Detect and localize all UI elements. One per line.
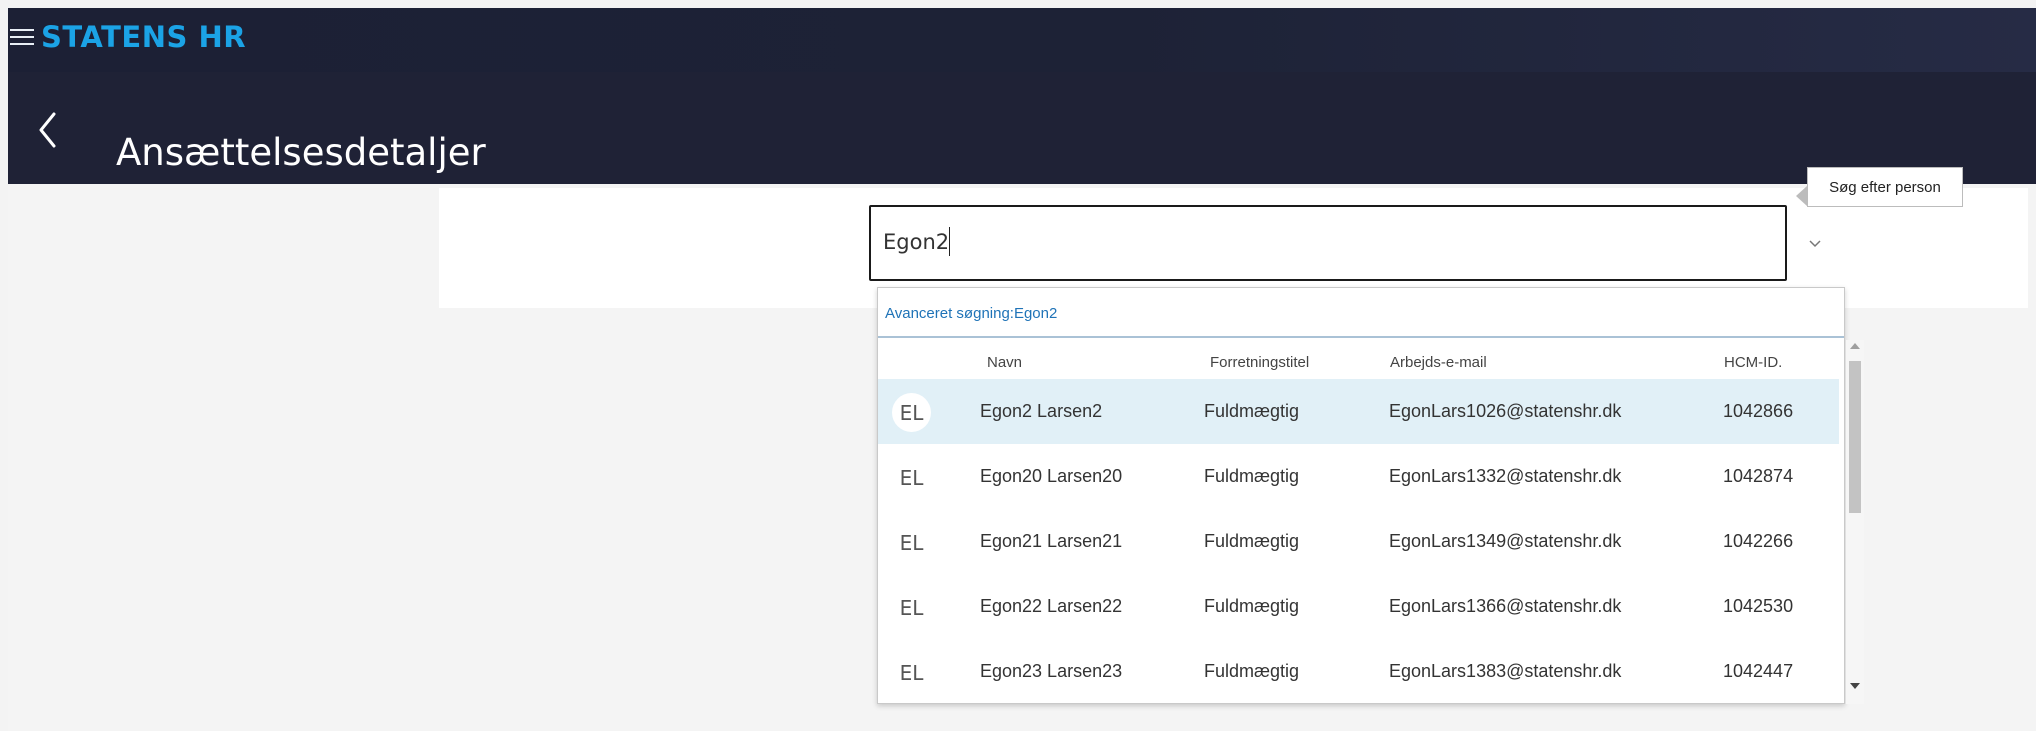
page-title: Ansættelsesdetaljer bbox=[116, 130, 486, 174]
business-title: Fuldmægtig bbox=[1204, 596, 1300, 616]
hcm-id: 1042874 bbox=[1723, 466, 1794, 486]
search-dropdown-button[interactable] bbox=[1789, 207, 1841, 281]
avatar: EL bbox=[892, 393, 931, 432]
advanced-search-link[interactable]: Avanceret søgning:Egon2 bbox=[885, 305, 1057, 322]
tooltip-pointer bbox=[1796, 186, 1807, 206]
hcm-id: 1042530 bbox=[1723, 596, 1794, 616]
search-input-value: Egon2 bbox=[883, 230, 950, 254]
business-title: Fuldmægtig bbox=[1204, 401, 1300, 421]
hcm-id: 1042447 bbox=[1723, 661, 1794, 681]
scroll-up-arrow-icon[interactable] bbox=[1850, 343, 1860, 349]
hcm-id: 1042266 bbox=[1723, 531, 1794, 551]
page-header: Ansættelsesdetaljer bbox=[8, 72, 2036, 184]
work-email: EgonLars1026@statenshr.dk bbox=[1389, 401, 1622, 421]
person-name: Egon23 Larsen23 bbox=[980, 661, 1123, 681]
result-row[interactable]: EL Egon21 Larsen21 Fuldmægtig EgonLars13… bbox=[878, 509, 1839, 574]
top-navigation-bar: STATENS HR bbox=[8, 8, 2036, 72]
result-row[interactable]: EL Egon23 Larsen23 Fuldmægtig EgonLars13… bbox=[878, 639, 1839, 704]
avatar: EL bbox=[899, 530, 924, 555]
work-email: EgonLars1383@statenshr.dk bbox=[1389, 661, 1622, 681]
work-email: EgonLars1349@statenshr.dk bbox=[1389, 531, 1622, 551]
scroll-down-arrow-icon[interactable] bbox=[1850, 683, 1860, 689]
business-title: Fuldmægtig bbox=[1204, 661, 1300, 681]
person-search-input[interactable]: Egon2 bbox=[869, 205, 1787, 281]
divider bbox=[878, 336, 1844, 338]
search-tooltip: Søg efter person bbox=[1807, 167, 1963, 207]
business-title: Fuldmægtig bbox=[1204, 531, 1300, 551]
person-name: Egon21 Larsen21 bbox=[980, 531, 1123, 551]
person-name: Egon22 Larsen22 bbox=[980, 596, 1123, 616]
column-header-hcm-id[interactable]: HCM-ID. bbox=[1724, 354, 1782, 371]
search-results-dropdown: Avanceret søgning:Egon2 Navn Forretnings… bbox=[877, 287, 1845, 704]
scroll-thumb[interactable] bbox=[1849, 361, 1861, 513]
app-title: STATENS HR bbox=[41, 20, 247, 54]
person-name: Egon20 Larsen20 bbox=[980, 466, 1123, 486]
column-header-name[interactable]: Navn bbox=[987, 354, 1022, 371]
avatar: EL bbox=[899, 465, 924, 490]
column-header-title[interactable]: Forretningstitel bbox=[1210, 354, 1309, 371]
chevron-left-icon[interactable] bbox=[30, 110, 70, 150]
column-header-email[interactable]: Arbejds-e-mail bbox=[1390, 354, 1487, 371]
work-email: EgonLars1332@statenshr.dk bbox=[1389, 466, 1622, 486]
chevron-down-icon bbox=[1809, 240, 1821, 248]
work-email: EgonLars1366@statenshr.dk bbox=[1389, 596, 1622, 616]
avatar: EL bbox=[899, 660, 924, 685]
results-scrollbar[interactable] bbox=[1846, 340, 1864, 704]
result-row[interactable]: EL Egon22 Larsen22 Fuldmægtig EgonLars13… bbox=[878, 574, 1839, 639]
result-row[interactable]: EL Egon2 Larsen2 Fuldmægtig EgonLars1026… bbox=[878, 379, 1839, 444]
business-title: Fuldmægtig bbox=[1204, 466, 1300, 486]
result-row[interactable]: EL Egon20 Larsen20 Fuldmægtig EgonLars13… bbox=[878, 444, 1839, 509]
hcm-id: 1042866 bbox=[1723, 401, 1794, 421]
hamburger-menu-icon[interactable] bbox=[8, 25, 40, 55]
text-cursor bbox=[949, 227, 950, 256]
avatar: EL bbox=[899, 595, 924, 620]
person-name: Egon2 Larsen2 bbox=[980, 401, 1103, 421]
